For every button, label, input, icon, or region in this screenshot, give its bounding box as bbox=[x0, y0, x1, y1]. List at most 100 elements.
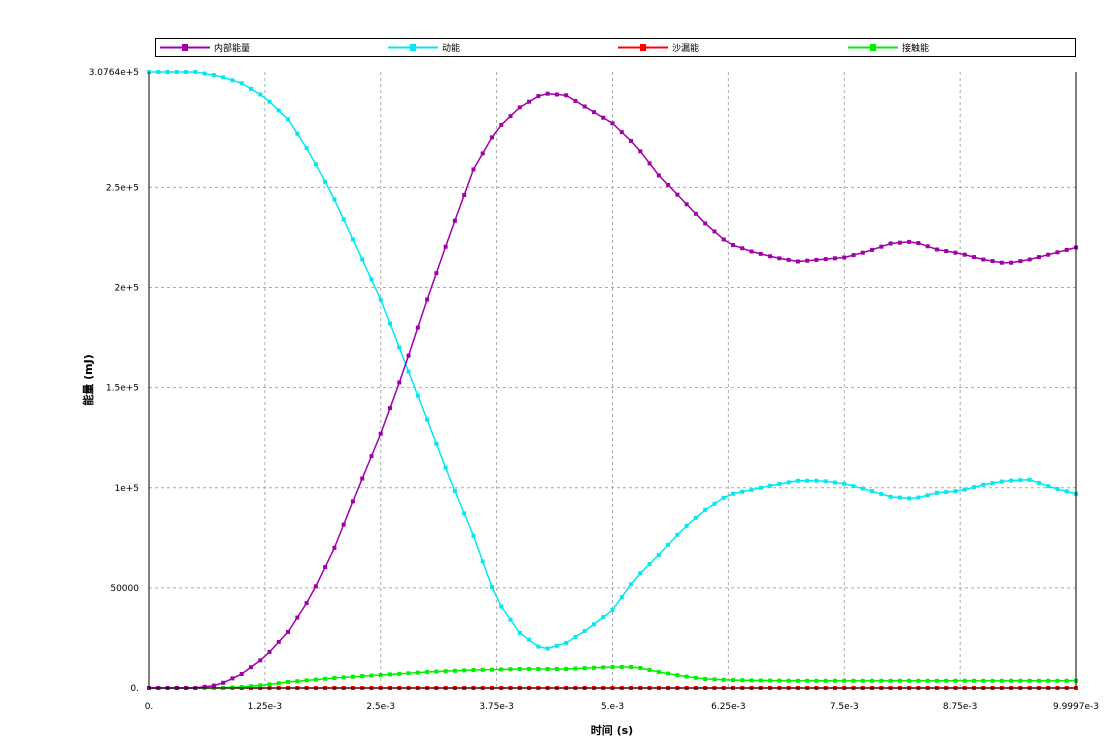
data-point bbox=[721, 237, 726, 242]
data-point bbox=[434, 271, 439, 276]
data-point bbox=[573, 666, 578, 671]
data-point bbox=[156, 70, 161, 74]
data-point bbox=[517, 630, 522, 635]
data-point bbox=[934, 678, 939, 683]
data-point bbox=[267, 649, 272, 654]
data-point bbox=[823, 257, 828, 262]
data-point bbox=[907, 678, 912, 683]
data-point bbox=[415, 393, 420, 398]
data-point bbox=[332, 675, 337, 680]
data-point bbox=[489, 585, 494, 590]
data-point bbox=[842, 481, 847, 486]
data-point bbox=[1027, 477, 1032, 482]
data-point bbox=[888, 494, 893, 499]
data-point bbox=[712, 677, 717, 682]
data-point bbox=[851, 484, 856, 489]
data-point bbox=[313, 584, 318, 589]
data-point bbox=[1055, 678, 1060, 683]
axes: 0. 1.25e-3 2.5e-3 3.75e-3 5.e-3 6.25e-3 7.5e-3… bbox=[89, 68, 1099, 712]
data-point bbox=[777, 481, 782, 486]
data-point bbox=[768, 483, 773, 488]
data-point bbox=[629, 664, 634, 669]
data-point bbox=[805, 678, 810, 683]
x-tick-label: 7.5e-3 bbox=[830, 702, 859, 712]
data-point bbox=[1055, 486, 1060, 491]
x-tick-label: 0. bbox=[145, 702, 154, 712]
data-point bbox=[304, 678, 309, 683]
data-point bbox=[276, 639, 281, 644]
data-point bbox=[749, 249, 754, 254]
data-point bbox=[749, 487, 754, 492]
data-point bbox=[684, 202, 689, 207]
data-point bbox=[768, 254, 773, 259]
data-point bbox=[406, 671, 411, 676]
data-point bbox=[832, 256, 837, 261]
data-point bbox=[805, 478, 810, 483]
data-point bbox=[656, 669, 661, 674]
data-point bbox=[981, 257, 986, 262]
data-point bbox=[545, 666, 550, 671]
data-point bbox=[582, 666, 587, 671]
data-point bbox=[740, 246, 745, 251]
data-point bbox=[304, 601, 309, 606]
data-point bbox=[388, 321, 393, 326]
data-point bbox=[267, 99, 272, 104]
data-point bbox=[740, 489, 745, 494]
data-point bbox=[499, 122, 504, 127]
data-point bbox=[944, 249, 949, 254]
data-point bbox=[564, 93, 569, 98]
chart-root: 0. 1.25e-3 2.5e-3 3.75e-3 5.e-3 6.25e-3 7.5e-3… bbox=[0, 0, 1113, 742]
data-point bbox=[582, 104, 587, 109]
data-point bbox=[378, 431, 383, 436]
data-point bbox=[832, 678, 837, 683]
y-tick-label: 1e+5 bbox=[114, 484, 139, 494]
data-point bbox=[990, 259, 995, 264]
data-point bbox=[591, 622, 596, 627]
data-point bbox=[814, 678, 819, 683]
data-point bbox=[211, 73, 216, 78]
data-point bbox=[860, 486, 865, 491]
data-point bbox=[842, 678, 847, 683]
x-tick-label: 3.75e-3 bbox=[479, 702, 514, 712]
data-point bbox=[638, 665, 643, 670]
x-axis-label: 时间 (s) bbox=[591, 723, 633, 737]
data-point bbox=[619, 664, 624, 669]
x-tick-label: 2.5e-3 bbox=[366, 702, 395, 712]
data-point bbox=[795, 678, 800, 683]
data-point bbox=[452, 668, 457, 673]
data-point bbox=[434, 441, 439, 446]
data-point bbox=[582, 628, 587, 633]
legend-swatch-marker bbox=[410, 44, 416, 51]
data-point bbox=[545, 91, 550, 96]
data-point bbox=[517, 105, 522, 110]
data-point bbox=[397, 380, 402, 385]
data-point bbox=[313, 677, 318, 682]
legend-label: 内部能量 bbox=[214, 42, 250, 54]
data-point bbox=[1009, 260, 1014, 265]
data-point bbox=[425, 297, 430, 302]
data-point bbox=[508, 667, 513, 672]
data-point bbox=[360, 674, 365, 679]
data-point bbox=[378, 297, 383, 302]
data-point bbox=[1064, 489, 1069, 494]
x-tick-label: 6.25e-3 bbox=[711, 702, 746, 712]
data-point bbox=[452, 488, 457, 493]
data-point bbox=[656, 552, 661, 557]
data-point bbox=[1055, 250, 1060, 255]
x-tick-label: 5.e-3 bbox=[601, 702, 624, 712]
data-point bbox=[248, 665, 253, 670]
data-point bbox=[666, 542, 671, 547]
data-point bbox=[1046, 678, 1051, 683]
data-point bbox=[897, 495, 902, 500]
data-point bbox=[1036, 480, 1041, 485]
data-point bbox=[480, 151, 485, 156]
data-point bbox=[536, 94, 541, 99]
data-point bbox=[712, 501, 717, 506]
data-point bbox=[601, 665, 606, 670]
data-point bbox=[870, 678, 875, 683]
x-tick-label: 1.25e-3 bbox=[248, 702, 283, 712]
data-point bbox=[999, 678, 1004, 683]
data-point bbox=[304, 146, 309, 151]
data-point bbox=[962, 252, 967, 257]
data-point bbox=[795, 478, 800, 483]
